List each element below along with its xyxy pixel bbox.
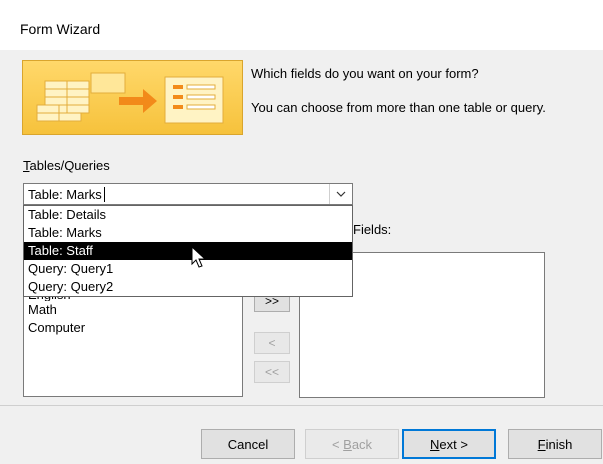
tables-queries-value[interactable]: Table: Marks	[28, 187, 102, 202]
list-item[interactable]: Computer	[24, 319, 242, 337]
wizard-illustration	[22, 60, 243, 135]
back-button-accel: B	[343, 436, 352, 452]
selected-fields-label: Fields:	[353, 222, 392, 237]
remove-one-button[interactable]: <	[254, 332, 290, 354]
title-bar: Form Wizard	[0, 0, 603, 51]
back-button[interactable]: < Back	[305, 429, 399, 459]
cancel-button[interactable]: Cancel	[201, 429, 295, 459]
next-button[interactable]: Next >	[402, 429, 496, 459]
window-title: Form Wizard	[20, 21, 101, 37]
dropdown-option-query2[interactable]: Query: Query2	[24, 278, 352, 296]
footer-divider	[0, 405, 603, 406]
wizard-hint: You can choose from more than one table …	[251, 100, 546, 115]
finish-button-accel: F	[537, 436, 546, 452]
wizard-question: Which fields do you want on your form?	[251, 66, 479, 81]
tables-queries-label-text: ables/Queries	[29, 158, 110, 173]
finish-button[interactable]: Finish	[508, 429, 602, 459]
chevron-down-icon[interactable]	[329, 184, 352, 204]
dropdown-option-staff[interactable]: Table: Staff	[24, 242, 352, 260]
remove-all-button[interactable]: <<	[254, 361, 290, 383]
dropdown-option-marks[interactable]: Table: Marks	[24, 224, 352, 242]
wizard-dialog: Which fields do you want on your form? Y…	[0, 50, 603, 464]
dropdown-option-query1[interactable]: Query: Query1	[24, 260, 352, 278]
tables-queries-label: Tables/Queries	[23, 158, 110, 173]
next-button-label: ext >	[439, 436, 468, 452]
next-button-accel: N	[430, 436, 440, 452]
list-item[interactable]: Math	[24, 301, 242, 319]
text-caret	[104, 187, 105, 202]
tables-queries-dropdown: Table: Details Table: Marks Table: Staff…	[23, 205, 353, 297]
mouse-pointer-icon	[191, 246, 207, 268]
dropdown-option-details[interactable]: Table: Details	[24, 206, 352, 224]
finish-button-label: inish	[545, 436, 573, 452]
back-button-label: ack	[351, 436, 373, 452]
tables-queries-combo[interactable]: Table: Marks	[23, 183, 353, 205]
back-button-prefix: <	[331, 436, 344, 452]
form-wizard-illustration-icon	[36, 72, 224, 124]
